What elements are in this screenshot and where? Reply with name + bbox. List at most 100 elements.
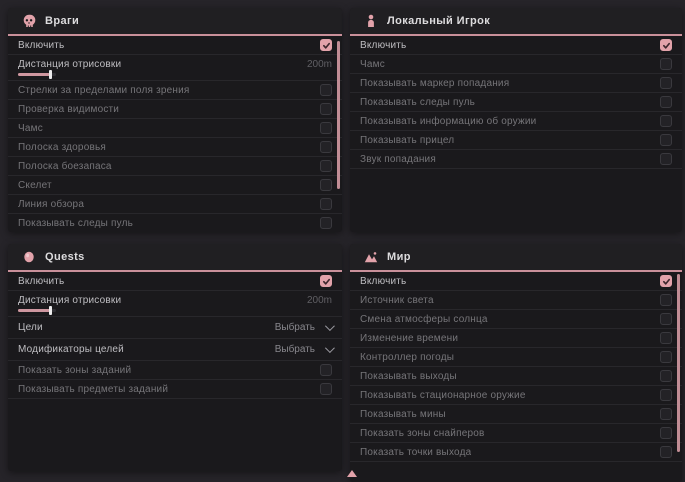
scrollbar[interactable] (337, 41, 340, 189)
checkbox[interactable] (660, 332, 672, 344)
settings-row: Показать зоны заданий (8, 361, 342, 380)
checkbox[interactable] (660, 96, 672, 108)
panel-enemies-header: Враги (8, 8, 342, 36)
checkbox[interactable] (320, 103, 332, 115)
slider-fill (18, 73, 50, 76)
settings-row: Показывать информацию об оружии (350, 112, 682, 131)
checkbox[interactable] (320, 383, 332, 395)
row-label: Модификаторы целей (18, 344, 124, 355)
settings-row: Дистанция отрисовки 200m (8, 291, 342, 317)
panel-rows: Включить Дистанция отрисовки 200m Стрелки з… (8, 36, 342, 232)
row-label: Изменение времени (360, 333, 458, 344)
row-label: Показывать следы пуль (18, 218, 133, 229)
settings-row: Показывать следы пуль (350, 93, 682, 112)
settings-row: Дистанция отрисовки 200m (8, 55, 342, 81)
row-label: Показывать маркер попадания (360, 78, 509, 89)
checkbox[interactable] (660, 351, 672, 363)
checkbox[interactable] (320, 160, 332, 172)
row-label: Источник света (360, 295, 434, 306)
row-label: Показывать стационарное оружие (360, 390, 526, 401)
row-label: Показать зоны снайперов (360, 428, 485, 439)
slider-value: 200m (307, 59, 332, 70)
cursor-triangle-up-icon (347, 470, 357, 477)
panel-world-header: Мир (350, 244, 682, 272)
panel-quests-header: Quests (8, 244, 342, 272)
panel-local-player: Локальный Игрок ВключитьЧамсПоказывать м… (350, 8, 682, 232)
row-label: Дистанция отрисовки (18, 295, 121, 306)
checkbox[interactable] (660, 275, 672, 287)
row-label: Смена атмосферы солнца (360, 314, 488, 325)
row-label: Показывать следы пуль (360, 97, 475, 108)
dropdown-value: Выбрать (275, 344, 315, 355)
checkbox[interactable] (320, 122, 332, 134)
row-label: Скелет (18, 180, 52, 191)
row-label: Включить (18, 40, 64, 51)
checkbox[interactable] (320, 141, 332, 153)
scrollbar[interactable] (677, 274, 680, 452)
settings-row: Включить (8, 36, 342, 55)
settings-row: Чамс (350, 55, 682, 74)
dropdown[interactable]: Выбрать (275, 344, 332, 355)
checkbox[interactable] (660, 134, 672, 146)
row-label: Цели (18, 322, 43, 333)
checkbox[interactable] (320, 275, 332, 287)
row-label: Дистанция отрисовки (18, 59, 121, 70)
panel-enemies: Враги Включить Дистанция отрисовки 200m Стр… (8, 8, 342, 232)
panel-local-player-header: Локальный Игрок (350, 8, 682, 36)
row-label: Полоска боезапаса (18, 161, 112, 172)
slider-handle[interactable] (49, 306, 52, 315)
row-label: Стрелки за пределами поля зрения (18, 85, 190, 96)
checkbox[interactable] (320, 39, 332, 51)
checkbox[interactable] (660, 389, 672, 401)
chevron-down-icon (325, 321, 335, 331)
settings-row: Показывать выходы (350, 367, 682, 386)
slider[interactable] (18, 309, 56, 312)
person-icon (364, 14, 378, 28)
checkbox[interactable] (320, 364, 332, 376)
panel-world: Мир Включить Источник света Смена атмосфер… (350, 244, 682, 482)
slider[interactable] (18, 73, 56, 76)
checkbox[interactable] (660, 446, 672, 458)
settings-row: Полоска здоровья (8, 138, 342, 157)
checkbox[interactable] (660, 313, 672, 325)
checkbox[interactable] (660, 115, 672, 127)
settings-row: Показать зоны снайперов (350, 424, 682, 443)
checkbox[interactable] (660, 370, 672, 382)
row-label: Линия обзора (18, 199, 84, 210)
dropdown-value: Выбрать (275, 322, 315, 333)
settings-row: Изменение времени (350, 329, 682, 348)
slider-value: 200m (307, 295, 332, 306)
checkbox[interactable] (320, 217, 332, 229)
row-label: Включить (18, 276, 64, 287)
slider-handle[interactable] (49, 70, 52, 79)
checkbox[interactable] (660, 408, 672, 420)
checkbox[interactable] (660, 39, 672, 51)
row-label: Показывать мины (360, 409, 446, 420)
settings-row: Звук попадания (350, 150, 682, 169)
row-label: Показывать информацию об оружии (360, 116, 536, 127)
settings-row: Показывать прицел (350, 131, 682, 150)
settings-row: Чамс (8, 119, 342, 138)
checkbox[interactable] (660, 77, 672, 89)
row-label: Показать зоны заданий (18, 365, 131, 376)
checkbox[interactable] (660, 294, 672, 306)
settings-row: Стрелки за пределами поля зрения (8, 81, 342, 100)
settings-row: Линия обзора (8, 195, 342, 214)
checkbox[interactable] (320, 84, 332, 96)
row-label: Контроллер погоды (360, 352, 454, 363)
row-label: Проверка видимости (18, 104, 119, 115)
settings-row: Цели Выбрать (8, 317, 342, 339)
checkbox[interactable] (320, 198, 332, 210)
checkbox[interactable] (320, 179, 332, 191)
checkbox[interactable] (660, 153, 672, 165)
settings-row: Показывать следы пуль (8, 214, 342, 232)
mountains-icon (364, 250, 378, 264)
dropdown[interactable]: Выбрать (275, 322, 332, 333)
checkbox[interactable] (660, 58, 672, 70)
settings-row: Смена атмосферы солнца (350, 310, 682, 329)
row-label: Показывать прицел (360, 135, 454, 146)
panel-title: Враги (45, 15, 79, 27)
checkbox[interactable] (660, 427, 672, 439)
settings-row: Включить (350, 272, 682, 291)
settings-row: Показывать мины (350, 405, 682, 424)
